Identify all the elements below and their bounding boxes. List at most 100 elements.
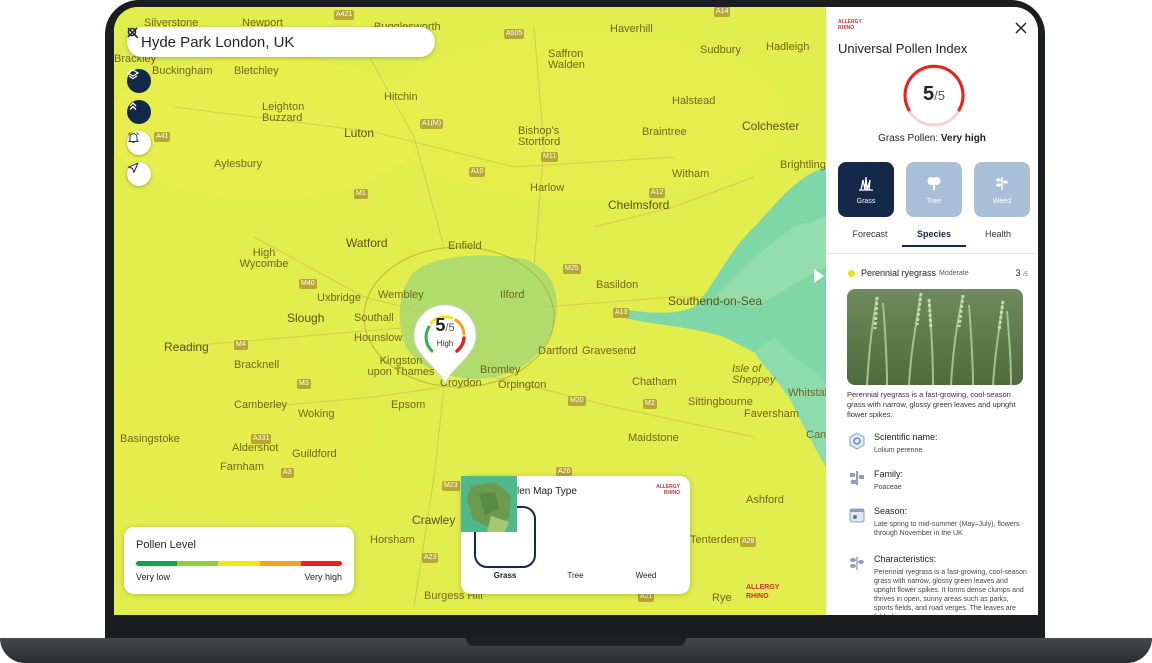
place-label: Orpington <box>498 379 547 391</box>
map-type-selector: Plant Pollen Map Type ALLERGY RHINO Grass… <box>461 476 690 594</box>
place-label: Whitstab <box>788 387 826 399</box>
place-label: Watford <box>346 236 388 250</box>
road-label: A28 <box>740 537 757 547</box>
road-label: A10 <box>469 167 486 177</box>
place-label: Southend-on-Sea <box>668 294 763 308</box>
place-label: Horsham <box>370 534 415 546</box>
place-label: Dartford <box>538 345 578 357</box>
pollen-level-legend: Pollen Level Very low Very high <box>124 527 354 594</box>
place-label: Hitchin <box>384 91 418 103</box>
type-tab-weed[interactable]: Weed <box>974 162 1030 217</box>
map-type-weed[interactable]: Weed <box>461 476 674 580</box>
road-label: A13 <box>613 308 630 318</box>
place-label: Southall <box>354 312 394 324</box>
search-input[interactable]: Hyde Park London, UK <box>141 34 365 51</box>
species-photo <box>847 289 1023 385</box>
place-label: Isle of Sheppey <box>732 363 776 386</box>
legend-title: Pollen Level <box>136 539 196 551</box>
fact-label: Season: <box>874 506 908 516</box>
road-label: M25 <box>563 264 581 274</box>
fact-label: Scientific name: <box>874 432 938 442</box>
navigation-arrow-icon <box>127 162 139 174</box>
fact-value: Poaceae <box>874 484 902 491</box>
tree-icon <box>927 177 941 190</box>
type-tab-label: Tree <box>926 198 942 205</box>
map-type-tree[interactable]: Tree <box>461 476 604 580</box>
layers-button[interactable] <box>127 69 151 93</box>
close-icon[interactable] <box>127 27 421 51</box>
species-level: Moderate <box>939 269 969 277</box>
alerts-button[interactable] <box>127 131 151 155</box>
road-label: A421 <box>334 10 355 20</box>
search-icon[interactable] <box>127 27 393 51</box>
road-label: M4 <box>234 340 248 350</box>
road-label: M3 <box>297 379 311 389</box>
fact-family: Family: Poaceae <box>848 469 1028 492</box>
tab-health[interactable]: Health <box>966 229 1030 247</box>
gauge-score: 5/5 <box>923 83 945 105</box>
place-label: Hadleigh <box>766 41 810 53</box>
divider <box>826 253 1038 254</box>
road-label: A14 <box>714 7 731 17</box>
panel-title: Universal Pollen Index <box>838 41 968 56</box>
tab-forecast[interactable]: Forecast <box>838 229 902 247</box>
pollen-map[interactable]: Silverstone Newport Bugglesworth Haverhi… <box>114 7 826 615</box>
close-icon[interactable] <box>1014 21 1028 35</box>
place-label: Chatham <box>632 376 677 388</box>
place-label: Ashford <box>746 494 784 506</box>
tab-species[interactable]: Species <box>902 229 966 247</box>
place-label: Basingstoke <box>120 433 180 445</box>
place-label: Sittingbourne <box>688 396 753 408</box>
place-label: Haverhill <box>610 23 653 35</box>
place-label: Woking <box>298 408 335 420</box>
place-label: Camberley <box>234 399 288 411</box>
map-type-label: Tree <box>567 571 584 580</box>
road-label: M2 <box>643 399 657 409</box>
place-label: Maidstone <box>628 432 679 444</box>
road-label: M1 <box>354 189 368 199</box>
road-label: M40 <box>299 279 317 289</box>
place-label: Guildford <box>292 448 337 460</box>
type-tab-tree[interactable]: Tree <box>906 162 962 217</box>
locate-button[interactable] <box>127 162 151 186</box>
hexagon-leaf-icon <box>849 432 865 450</box>
road-label: A331 <box>251 434 272 444</box>
place-label: Bishop's Stortford <box>518 125 561 148</box>
map-type-label: Weed <box>635 571 657 580</box>
double-chevron-up-icon <box>129 102 137 110</box>
search-bar[interactable]: Hyde Park London, UK <box>127 27 435 57</box>
place-label: Saffron Walden <box>548 48 585 71</box>
fact-characteristics: Characteristics: Perennial ryegrass is a… <box>848 554 1028 615</box>
road-label: A12 <box>649 188 666 198</box>
road-label: A1(M) <box>420 119 444 129</box>
species-name: Perennial ryegrass <box>861 268 937 278</box>
place-label: Basildon <box>596 279 639 291</box>
place-label: Tenterden <box>690 534 739 546</box>
marker-level: High <box>436 339 454 348</box>
pollen-marker[interactable]: 5/5 High <box>412 303 478 387</box>
road-label: M20 <box>568 396 586 406</box>
family-tree-icon <box>850 471 864 485</box>
road-label: A3 <box>281 468 294 478</box>
marker-score: 5/5 <box>435 315 455 335</box>
place-label: Wembley <box>378 289 424 301</box>
expand-up-button[interactable] <box>127 100 151 124</box>
legend-scale <box>136 561 342 566</box>
road-label: A23 <box>422 553 439 563</box>
place-label: High Wycombe <box>239 247 289 270</box>
place-label: Brightling <box>780 159 826 171</box>
tree-map-thumbnail <box>461 476 604 565</box>
layers-icon <box>127 69 139 80</box>
fact-value: Lolium perenne <box>874 447 923 454</box>
place-label: Leighton Buzzard <box>262 101 305 124</box>
road-label: M23 <box>442 481 460 491</box>
brand-logo: ALLERGY RHINO <box>838 19 862 31</box>
type-tab-label: Grass <box>856 198 876 205</box>
panel-toggle-arrow[interactable] <box>814 269 824 283</box>
type-tab-grass[interactable]: Grass <box>838 162 894 217</box>
pollen-type-tabs: Grass Tree Weed <box>838 162 1030 217</box>
place-label: Hounslow <box>354 332 403 344</box>
place-label: Cant <box>806 429 826 441</box>
place-label: Braintree <box>642 126 687 138</box>
place-label: Harlow <box>530 182 565 194</box>
